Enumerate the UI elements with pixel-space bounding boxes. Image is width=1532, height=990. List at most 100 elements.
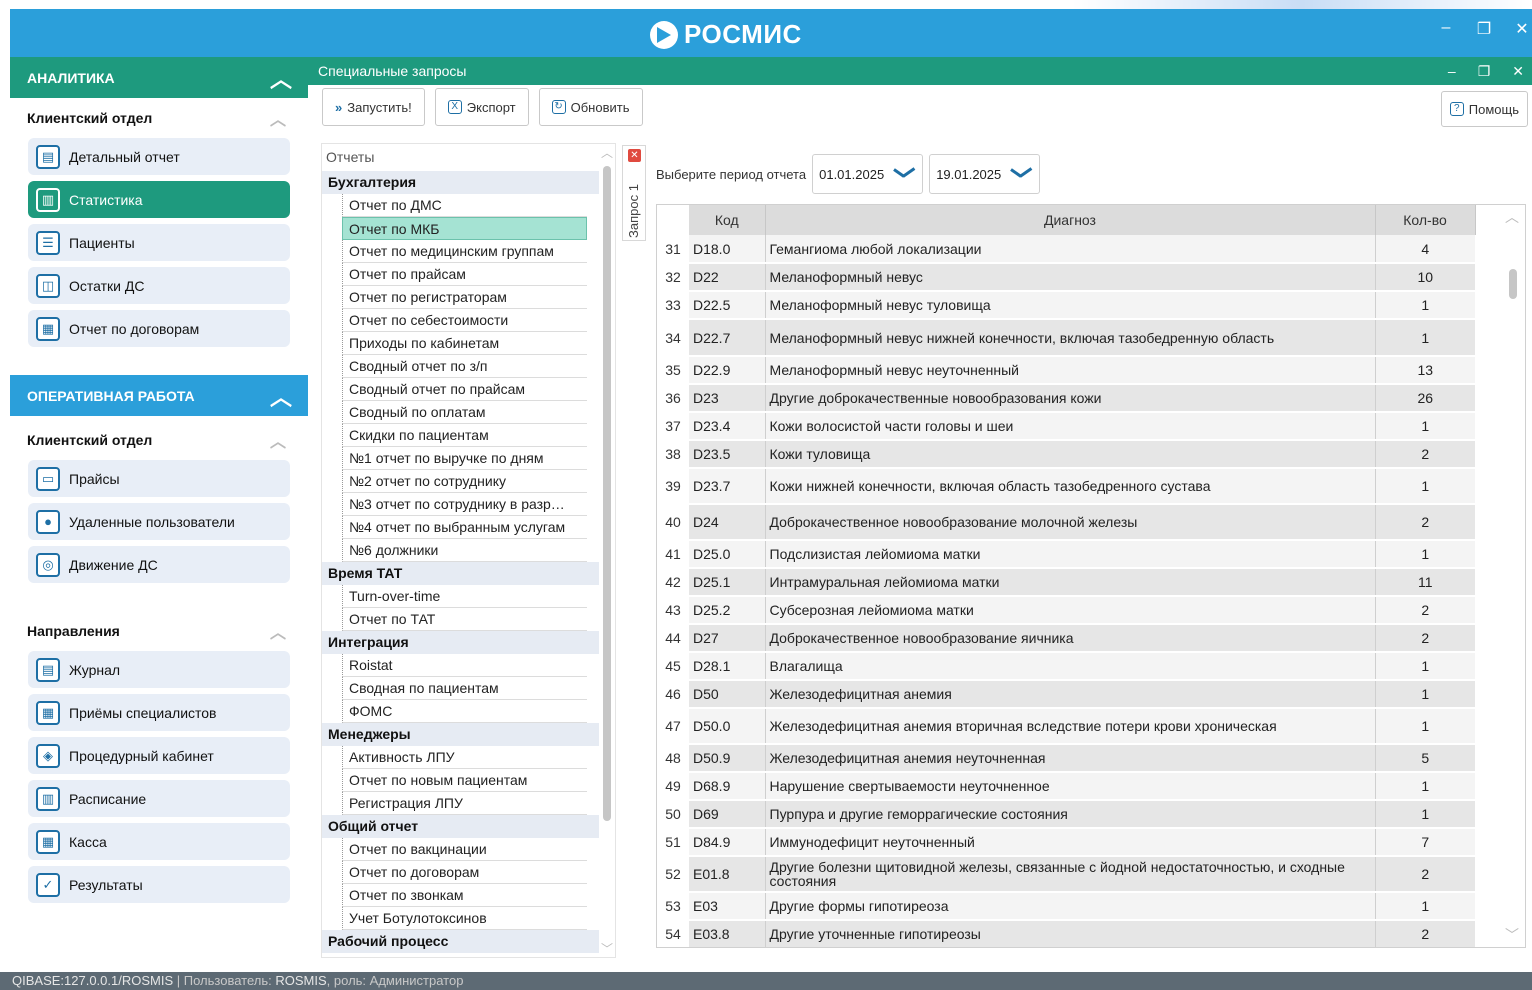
- help-button[interactable]: ? Помощь: [1440, 91, 1528, 127]
- tree-item[interactable]: Регистрация ЛПУ: [342, 792, 587, 815]
- chevron-up-icon[interactable]: ︿: [270, 62, 292, 94]
- date-from-picker[interactable]: 01.01.2025: [812, 154, 924, 194]
- sidebar-item[interactable]: ▦ Отчет по договорам: [28, 310, 290, 347]
- tab-query-1[interactable]: ✕ Запрос 1: [622, 145, 646, 241]
- table-row[interactable]: 35 D22.9 Меланоформный невус неуточненный 1…: [657, 356, 1475, 385]
- table-row[interactable]: 54 E03.8 Другие уточненные гипотиреозы 2: [657, 920, 1475, 947]
- table-row[interactable]: 34 D22.7 Меланоформный невус нижней конечн…: [657, 319, 1475, 357]
- tree-group[interactable]: Менеджеры: [322, 723, 615, 746]
- tree-group[interactable]: Рабочий процесс: [322, 930, 615, 953]
- date-to-picker[interactable]: 19.01.2025: [929, 154, 1041, 194]
- sidebar-item[interactable]: ☰ Пациенты: [28, 224, 290, 261]
- tree-item[interactable]: Отчет по МКБ: [342, 217, 587, 240]
- scroll-up-icon[interactable]: ︿: [601, 144, 613, 161]
- sidebar-item[interactable]: ▤ Детальный отчет: [28, 138, 290, 175]
- tree-item[interactable]: Приходы по кабинетам: [342, 332, 587, 355]
- sidebar-item[interactable]: ◎ Движение ДС: [28, 546, 290, 583]
- minimize-icon[interactable]: –: [1448, 63, 1456, 80]
- table-row[interactable]: 44 D27 Доброкачественное новообразование я…: [657, 624, 1475, 653]
- tree-item[interactable]: Roistat: [342, 654, 587, 677]
- close-tab-icon[interactable]: ✕: [628, 149, 641, 162]
- column-header-code[interactable]: Код: [689, 205, 766, 235]
- column-header-diagnosis[interactable]: Диагноз: [765, 205, 1376, 235]
- table-row[interactable]: 36 D23 Другие доброкачественные новообразо…: [657, 384, 1475, 413]
- tree-item[interactable]: Скидки по пациентам: [342, 424, 587, 447]
- directions-subsection-header[interactable]: Направления ︿: [10, 611, 308, 651]
- sidebar-item[interactable]: ▭ Прайсы: [28, 460, 290, 497]
- tree-group[interactable]: Бухгалтерия: [322, 171, 615, 194]
- tree-item[interactable]: Отчет по вакцинации: [342, 838, 587, 861]
- table-row[interactable]: 47 D50.0 Железодефицитная анемия вторичная…: [657, 708, 1475, 745]
- tree-item[interactable]: №2 отчет по сотруднику: [342, 470, 587, 493]
- sidebar-item[interactable]: ✓ Результаты: [28, 866, 290, 903]
- tree-item[interactable]: Сводный отчет по прайсам: [342, 378, 587, 401]
- tree-item[interactable]: №1 отчет по выручке по дням: [342, 447, 587, 470]
- table-row[interactable]: 33 D22.5 Меланоформный невус туловища 1: [657, 291, 1475, 320]
- table-row[interactable]: 38 D23.5 Кожи туловища 2: [657, 440, 1475, 469]
- restore-icon[interactable]: ❐: [1478, 63, 1491, 80]
- tree-item[interactable]: Отчет по ДМС: [342, 194, 587, 217]
- tree-item[interactable]: №3 отчет по сотруднику в разр…: [342, 493, 587, 516]
- tree-item[interactable]: Отчет по ТАТ: [342, 608, 587, 631]
- sidebar-item[interactable]: ▥ Статистика: [28, 181, 290, 218]
- table-row[interactable]: 32 D22 Меланоформный невус 10: [657, 263, 1475, 292]
- sidebar-item[interactable]: ▤ Журнал: [28, 651, 290, 688]
- table-row[interactable]: 42 D25.1 Интрамуральная лейомиома матки 11: [657, 568, 1475, 597]
- tree-item[interactable]: Отчет по себестоимости: [342, 309, 587, 332]
- tree-item[interactable]: №6 должники: [342, 539, 587, 562]
- tree-item[interactable]: Учет Ботулотоксинов: [342, 907, 587, 930]
- sidebar-item[interactable]: ● Удаленные пользователи: [28, 503, 290, 540]
- tree-item[interactable]: Отчет по договорам: [342, 861, 587, 884]
- tree-item[interactable]: Активность ЛПУ: [342, 746, 587, 769]
- sidebar-item[interactable]: ▥ Расписание: [28, 780, 290, 817]
- tree-item[interactable]: Сводная по пациентам: [342, 677, 587, 700]
- table-scrollbar[interactable]: ︿ ﹀: [1499, 205, 1525, 947]
- table-row[interactable]: 52 E01.8 Другие болезни щитовидной железы,…: [657, 856, 1475, 893]
- table-row[interactable]: 48 D50.9 Железодефицитная анемия неуточнен…: [657, 744, 1475, 773]
- tree-group[interactable]: Интеграция: [322, 631, 615, 654]
- table-row[interactable]: 40 D24 Доброкачественное новообразование м…: [657, 504, 1475, 541]
- tree-item[interactable]: Сводный отчет по з/п: [342, 355, 587, 378]
- scroll-up-icon[interactable]: ︿: [1505, 207, 1519, 227]
- minimize-icon[interactable]: –: [1436, 19, 1456, 39]
- tree-item[interactable]: Turn-over-time: [342, 585, 587, 608]
- export-button[interactable]: X Экспорт: [434, 88, 529, 126]
- column-header-count[interactable]: Кол-во: [1375, 205, 1476, 235]
- tree-scroll-thumb[interactable]: [603, 166, 611, 821]
- tree-item[interactable]: Отчет по звонкам: [342, 884, 587, 907]
- tree-scrollbar[interactable]: ︿ ﹀: [599, 144, 615, 957]
- restore-icon[interactable]: ❐: [1474, 19, 1494, 39]
- scroll-down-icon[interactable]: ﹀: [601, 940, 613, 957]
- table-row[interactable]: 49 D68.9 Нарушение свертываемости неуточне…: [657, 772, 1475, 801]
- tree-item[interactable]: Сводный по оплатам: [342, 401, 587, 424]
- close-icon[interactable]: ✕: [1512, 19, 1532, 39]
- sidebar-item[interactable]: ◫ Остатки ДС: [28, 267, 290, 304]
- chevron-up-icon[interactable]: ︿: [270, 106, 286, 130]
- tree-item[interactable]: Отчет по регистраторам: [342, 286, 587, 309]
- tree-item[interactable]: Отчет по прайсам: [342, 263, 587, 286]
- sidebar-item[interactable]: ▦ Касса: [28, 823, 290, 860]
- tree-item[interactable]: ФОМС: [342, 700, 587, 723]
- table-row[interactable]: 41 D25.0 Подслизистая лейомиома матки 1: [657, 540, 1475, 569]
- tree-item[interactable]: №4 отчет по выбранным услугам: [342, 516, 587, 539]
- tree-group[interactable]: Общий отчет: [322, 815, 615, 838]
- tree-group[interactable]: Время ТАТ: [322, 562, 615, 585]
- sidebar-item[interactable]: ◈ Процедурный кабинет: [28, 737, 290, 774]
- chevron-up-icon[interactable]: ︿: [270, 380, 292, 412]
- refresh-button[interactable]: ↻ Обновить: [538, 88, 643, 126]
- tree-item[interactable]: Отчет по медицинским группам: [342, 240, 587, 263]
- table-row[interactable]: 50 D69 Пурпура и другие геморрагические со…: [657, 800, 1475, 829]
- chevron-up-icon[interactable]: ︿: [270, 428, 286, 452]
- run-button[interactable]: » Запустить!: [322, 88, 425, 126]
- chevron-down-icon[interactable]: [894, 168, 916, 180]
- table-row[interactable]: 43 D25.2 Субсерозная лейомиома матки 2: [657, 596, 1475, 625]
- table-row[interactable]: 31 D18.0 Гемангиома любой локализации 4: [657, 235, 1475, 264]
- chevron-up-icon[interactable]: ︿: [270, 619, 286, 643]
- scroll-down-icon[interactable]: ﹀: [1505, 925, 1519, 945]
- analytics-subsection-header[interactable]: Клиентский отдел ︿: [10, 98, 308, 138]
- table-row[interactable]: 37 D23.4 Кожи волосистой части головы и ше…: [657, 412, 1475, 441]
- operations-header[interactable]: ОПЕРАТИВНАЯ РАБОТА ︿: [10, 375, 308, 416]
- close-icon[interactable]: ✕: [1512, 63, 1524, 80]
- table-row[interactable]: 39 D23.7 Кожи нижней конечности, включая о…: [657, 468, 1475, 505]
- table-scroll-thumb[interactable]: [1509, 269, 1517, 299]
